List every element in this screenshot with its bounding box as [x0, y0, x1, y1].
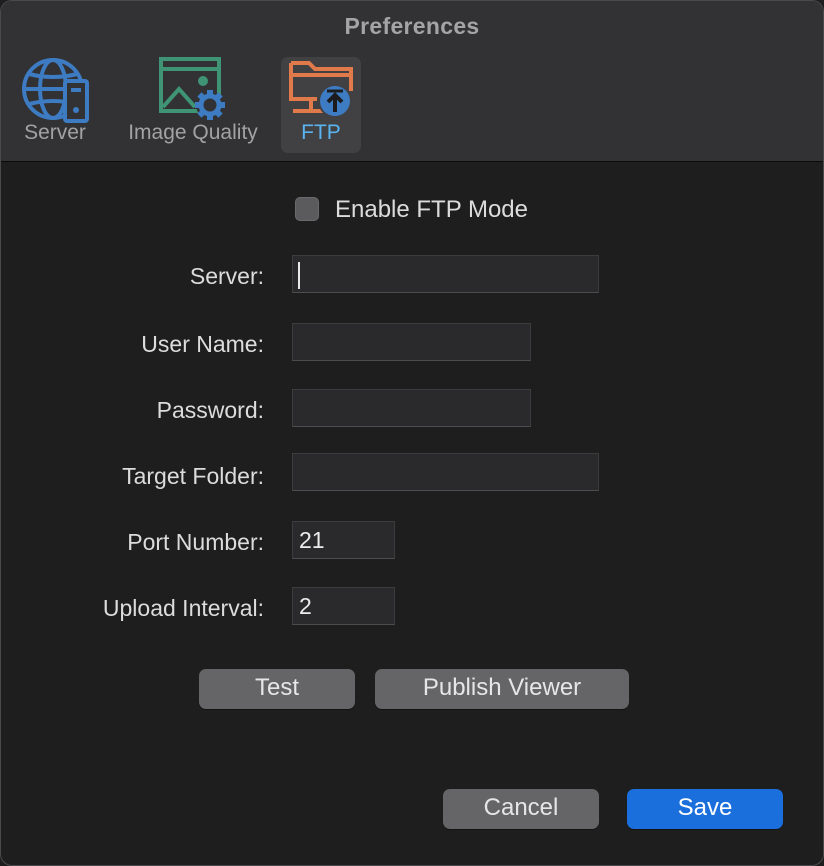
tab-server[interactable]: Server [15, 57, 95, 153]
enable-ftp-label: Enable FTP Mode [335, 196, 528, 223]
tab-server-label: Server [24, 121, 86, 144]
toolbar: Preferences Server Image Quality FTP [1, 1, 823, 162]
cancel-button[interactable]: Cancel [443, 789, 599, 829]
tab-image-quality[interactable]: Image Quality [117, 57, 269, 153]
user-name-input[interactable] [292, 323, 531, 361]
server-input[interactable] [292, 255, 599, 293]
upload-interval-input[interactable] [292, 587, 395, 625]
image-gear-icon [159, 57, 225, 120]
folder-upload-icon [289, 61, 353, 118]
test-button[interactable]: Test [199, 669, 355, 709]
upload-interval-label: Upload Interval: [102, 595, 264, 621]
server-label: Server: [189, 263, 264, 289]
enable-ftp-checkbox[interactable] [295, 197, 319, 221]
password-input[interactable] [292, 389, 531, 427]
port-number-label: Port Number: [127, 529, 264, 555]
target-folder-label: Target Folder: [122, 463, 264, 489]
user-name-label: User Name: [141, 331, 264, 357]
save-button[interactable]: Save [627, 789, 783, 829]
window-title: Preferences [344, 13, 480, 39]
globe-server-icon [22, 58, 89, 123]
tab-image-quality-label: Image Quality [128, 121, 258, 144]
password-label: Password: [156, 397, 264, 423]
tab-ftp[interactable]: FTP [281, 57, 361, 153]
port-number-input[interactable] [292, 521, 395, 559]
publish-viewer-button[interactable]: Publish Viewer [375, 669, 629, 709]
tab-ftp-label: FTP [301, 121, 341, 144]
preferences-window: Preferences Server Image Quality FTP Ena… [0, 0, 824, 866]
text-caret [298, 262, 300, 289]
target-folder-input[interactable] [292, 453, 599, 491]
